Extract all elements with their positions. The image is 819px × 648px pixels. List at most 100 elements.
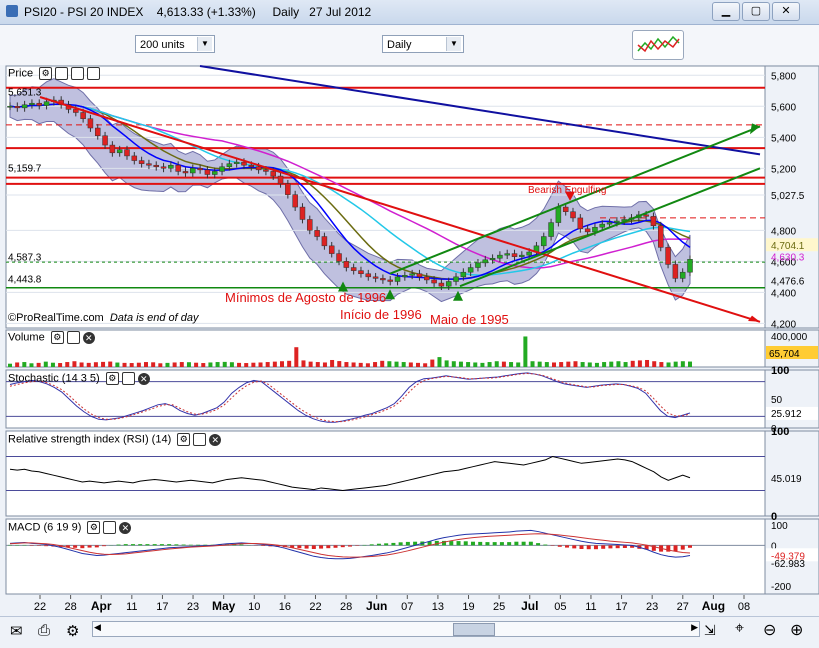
volume-bar bbox=[330, 360, 334, 367]
x-tick-label: 28 bbox=[340, 601, 352, 613]
volume-bar bbox=[609, 362, 613, 367]
wrench-icon[interactable]: ⚙ bbox=[39, 67, 52, 80]
macd-histogram-bar bbox=[312, 545, 316, 549]
window-icon[interactable] bbox=[193, 433, 206, 446]
volume-bar bbox=[652, 361, 656, 367]
price-line-label: 5,651.3 bbox=[8, 87, 42, 98]
candle bbox=[117, 150, 122, 153]
volume-bar bbox=[573, 361, 577, 367]
x-tick-label: 10 bbox=[248, 601, 260, 613]
macd-histogram-bar bbox=[153, 544, 157, 545]
volume-bar bbox=[502, 362, 506, 367]
window-icon[interactable] bbox=[67, 331, 80, 344]
candle bbox=[666, 247, 671, 264]
wrench-icon[interactable]: ⚙ bbox=[87, 521, 100, 534]
mail-icon[interactable]: ✉ bbox=[10, 622, 23, 640]
scroll-left-icon[interactable]: ◀ bbox=[94, 622, 101, 633]
volume-bar bbox=[466, 362, 470, 367]
stochastic-tick-label: 50 bbox=[771, 395, 783, 406]
macd-histogram-bar bbox=[377, 544, 381, 546]
close-button[interactable]: ✕ bbox=[772, 2, 800, 21]
volume-bar bbox=[201, 363, 205, 367]
volume-bar bbox=[251, 363, 255, 367]
paste-icon[interactable] bbox=[87, 67, 100, 80]
macd-histogram-bar bbox=[174, 544, 178, 545]
scroll-right-icon[interactable]: ▶ bbox=[691, 622, 698, 633]
macd-histogram-bar bbox=[95, 545, 99, 547]
close-icon[interactable]: ✕ bbox=[119, 522, 131, 534]
value-label-magenta: 4,630.3 bbox=[771, 253, 805, 264]
x-tick-label: 11 bbox=[126, 601, 137, 613]
candle bbox=[212, 171, 217, 174]
candle bbox=[541, 237, 546, 246]
volume-bar bbox=[645, 360, 649, 367]
wrench-icon[interactable]: ⚙ bbox=[51, 331, 64, 344]
candle bbox=[329, 246, 334, 254]
candle bbox=[461, 272, 466, 277]
price-panel-label: Price bbox=[8, 67, 33, 79]
window-icon[interactable] bbox=[55, 67, 68, 80]
macd-histogram-bar bbox=[391, 543, 395, 545]
settings-icon[interactable]: ⚙ bbox=[66, 622, 79, 640]
chevron-down-icon[interactable]: ▼ bbox=[446, 37, 461, 51]
candle bbox=[519, 255, 524, 257]
wrench-icon[interactable]: ⚙ bbox=[177, 433, 190, 446]
window-icon[interactable] bbox=[103, 521, 116, 534]
volume-bar bbox=[423, 363, 427, 367]
value-label-price: 4,476.6 bbox=[771, 277, 805, 288]
volume-bar bbox=[294, 347, 298, 367]
window-icon[interactable] bbox=[122, 372, 135, 385]
close-icon[interactable]: ✕ bbox=[209, 434, 221, 446]
candle bbox=[146, 164, 151, 166]
zoom-in-icon[interactable]: ⊕ bbox=[790, 620, 803, 640]
macd-histogram-bar bbox=[261, 545, 265, 546]
candle bbox=[351, 268, 356, 271]
volume-bar bbox=[480, 363, 484, 367]
volume-tick-label: 400,000 bbox=[771, 332, 808, 343]
title-symbol: PSI20 - PSI 20 INDEX bbox=[24, 5, 143, 19]
macd-histogram-bar bbox=[616, 545, 620, 548]
source-copyright: ©ProRealTime.com bbox=[8, 312, 104, 324]
source-eod-note: Data is end of day bbox=[110, 312, 199, 324]
lock-icon[interactable]: ⇲ bbox=[704, 622, 716, 639]
zoom-fit-icon[interactable]: ⌖ bbox=[735, 620, 744, 638]
maximize-button[interactable]: ▢ bbox=[742, 2, 770, 21]
zoom-out-icon[interactable]: ⊖ bbox=[763, 620, 776, 640]
macd-tick-label: 100 bbox=[771, 521, 788, 532]
annotation-maio: Maio de 1995 bbox=[430, 312, 509, 327]
wrench-icon[interactable]: ⚙ bbox=[106, 372, 119, 385]
chevron-down-icon[interactable]: ▼ bbox=[197, 37, 212, 51]
chart-scrollbar[interactable]: ◀ ▶ bbox=[92, 621, 700, 637]
title-bar: PSI20 - PSI 20 INDEX 4,613.33 (+1.33%) D… bbox=[0, 0, 819, 25]
volume-bar bbox=[488, 362, 492, 367]
price-tick-label: 5,400 bbox=[771, 133, 796, 144]
volume-bar bbox=[566, 362, 570, 367]
print-icon[interactable]: ⎙ bbox=[38, 622, 50, 639]
macd-histogram-bar bbox=[406, 542, 410, 545]
units-select[interactable]: 200 units ▼ bbox=[135, 35, 215, 53]
volume-bar bbox=[323, 362, 327, 367]
x-tick-label: 27 bbox=[677, 601, 689, 613]
candle bbox=[256, 167, 261, 170]
candle bbox=[395, 277, 400, 282]
window-title: PSI20 - PSI 20 INDEX 4,613.33 (+1.33%) D… bbox=[24, 5, 371, 19]
candle bbox=[132, 156, 137, 161]
close-icon[interactable]: ✕ bbox=[138, 373, 150, 385]
volume-bar bbox=[409, 362, 413, 367]
scrollbar-thumb[interactable] bbox=[453, 623, 495, 636]
period-select[interactable]: Daily ▼ bbox=[382, 35, 464, 53]
candle bbox=[505, 254, 510, 256]
indicators-button[interactable] bbox=[632, 30, 684, 60]
volume-bar bbox=[8, 364, 12, 367]
volume-bar bbox=[509, 362, 513, 367]
macd-histogram-bar bbox=[239, 545, 243, 546]
volume-bar bbox=[387, 361, 391, 367]
x-tick-label: 17 bbox=[156, 601, 168, 613]
macd-histogram-bar bbox=[399, 542, 403, 545]
candle bbox=[88, 119, 93, 128]
close-icon[interactable]: ✕ bbox=[83, 332, 95, 344]
copy-icon[interactable] bbox=[71, 67, 84, 80]
candle bbox=[271, 171, 276, 176]
price-line-label: 4,587.3 bbox=[8, 252, 42, 263]
minimize-button[interactable]: ▁ bbox=[712, 2, 740, 21]
